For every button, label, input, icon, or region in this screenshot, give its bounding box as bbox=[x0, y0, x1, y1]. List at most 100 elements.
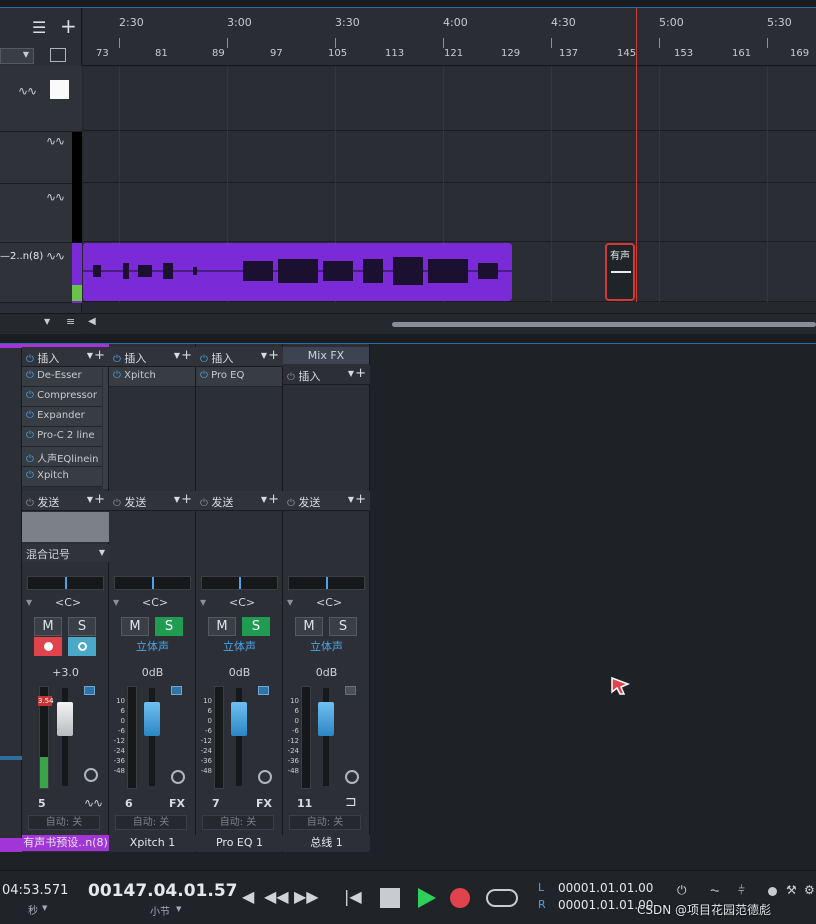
plugin-slot[interactable]: ⏻ Expander bbox=[22, 407, 102, 427]
solo-button[interactable]: S bbox=[242, 617, 270, 636]
power-icon[interactable]: ⏻ bbox=[26, 470, 34, 481]
mix-fx-header[interactable]: Mix FX bbox=[283, 347, 369, 364]
automation-mode[interactable]: 自动: 关 bbox=[115, 815, 187, 830]
plugin-slot[interactable]: ⏻ Xpitch bbox=[109, 367, 195, 387]
automation-icon[interactable] bbox=[258, 686, 269, 695]
power-icon[interactable]: ⏻ bbox=[26, 370, 34, 381]
chevron-down-icon[interactable]: ▼ bbox=[42, 904, 47, 912]
record-button[interactable] bbox=[450, 888, 470, 908]
power-icon[interactable]: ⏻ bbox=[287, 372, 295, 383]
chevron-down-icon[interactable]: ▼ bbox=[113, 598, 119, 607]
automation-icon[interactable] bbox=[171, 686, 182, 695]
settings-icon[interactable]: ⚙ bbox=[804, 883, 815, 897]
horizontal-scrollbar[interactable] bbox=[392, 322, 816, 327]
previous-marker-icon[interactable]: ◀ bbox=[242, 887, 254, 906]
plugin-slot[interactable]: ⏻ Pro-C 2 line bbox=[22, 427, 102, 447]
power-icon[interactable]: ⏻ bbox=[113, 354, 121, 365]
play-button[interactable] bbox=[416, 886, 438, 910]
power-icon[interactable]: ⏻ bbox=[26, 498, 34, 509]
solo-button[interactable]: S bbox=[329, 617, 357, 636]
pan-knob[interactable] bbox=[114, 576, 191, 590]
output-icon[interactable] bbox=[345, 770, 359, 784]
power-icon[interactable]: ⏻ bbox=[26, 354, 34, 365]
mute-button[interactable]: M bbox=[295, 617, 323, 636]
wrench-icon[interactable]: ⚒ bbox=[786, 883, 797, 897]
track-lane-3[interactable] bbox=[83, 183, 816, 242]
stereo-mode[interactable]: 立体声 bbox=[196, 638, 283, 654]
mute-button[interactable]: M bbox=[34, 617, 62, 636]
plugin-slot[interactable]: ⏻ De-Esser bbox=[22, 367, 102, 387]
audio-clip-small[interactable]: 有声 bbox=[605, 243, 635, 301]
power-icon[interactable]: ⏻ bbox=[113, 498, 121, 509]
send-header[interactable]: ⏻ 发送 ▼ + bbox=[109, 491, 196, 511]
stereo-mode[interactable]: 立体声 bbox=[283, 638, 370, 654]
wave-icon[interactable]: ⏦ bbox=[710, 883, 720, 898]
solo-button[interactable]: S bbox=[155, 617, 183, 636]
track-lane-2[interactable] bbox=[83, 131, 816, 183]
chevron-down-icon[interactable]: ▼ bbox=[44, 317, 50, 326]
chevron-down-icon[interactable]: ▼ bbox=[287, 598, 293, 607]
output-icon[interactable] bbox=[84, 768, 98, 782]
pan-knob[interactable] bbox=[201, 576, 278, 590]
power-icon[interactable]: ⏻ bbox=[677, 883, 687, 898]
playhead[interactable] bbox=[636, 8, 637, 302]
loop-left-position[interactable]: 00001.01.01.00 bbox=[558, 881, 653, 895]
chevron-down-icon[interactable]: ▼ bbox=[174, 495, 180, 504]
power-icon[interactable]: ⏻ bbox=[26, 410, 34, 421]
chevron-down-icon[interactable]: ▼ bbox=[26, 598, 32, 607]
bars-position[interactable]: 00147.04.01.57 bbox=[88, 881, 238, 901]
chevron-down-icon[interactable]: ▼ bbox=[261, 351, 267, 360]
volume-fader[interactable] bbox=[231, 702, 247, 736]
dot-icon[interactable] bbox=[768, 887, 777, 896]
automation-icon[interactable] bbox=[345, 686, 356, 695]
loop-button[interactable] bbox=[486, 889, 518, 907]
automation-mode[interactable]: 自动: 关 bbox=[28, 815, 100, 830]
chevron-down-icon[interactable]: ▼ bbox=[348, 369, 354, 378]
chevron-down-icon[interactable]: ▼ bbox=[348, 495, 354, 504]
volume-fader[interactable] bbox=[144, 702, 160, 736]
track-header-2[interactable]: ∿∿ bbox=[0, 132, 82, 184]
channel-name[interactable]: 总线 1 bbox=[283, 835, 370, 851]
power-icon[interactable]: ⏻ bbox=[200, 354, 208, 365]
add-insert-icon[interactable]: + bbox=[94, 348, 105, 363]
send-slot[interactable] bbox=[22, 512, 109, 542]
automation-mode[interactable]: 自动: 关 bbox=[202, 815, 274, 830]
output-icon[interactable] bbox=[258, 770, 272, 784]
send-header[interactable]: ⏻ 发送 ▼ + bbox=[22, 491, 109, 511]
mixer-divider[interactable] bbox=[0, 334, 816, 344]
add-send-icon[interactable]: + bbox=[94, 492, 105, 507]
chart-icon[interactable] bbox=[50, 48, 66, 62]
power-icon[interactable]: ⏻ bbox=[113, 370, 121, 381]
track-header-1[interactable]: ∿∿ bbox=[0, 66, 82, 132]
output-icon[interactable] bbox=[171, 770, 185, 784]
add-track-icon[interactable]: + bbox=[60, 14, 77, 38]
volume-fader[interactable] bbox=[318, 702, 334, 736]
automation-icon[interactable] bbox=[84, 686, 95, 695]
add-send-icon[interactable]: + bbox=[268, 492, 279, 507]
add-insert-icon[interactable]: + bbox=[181, 348, 192, 363]
track-filter-dropdown[interactable]: ▼ bbox=[0, 48, 34, 64]
power-icon[interactable]: ⏻ bbox=[287, 498, 295, 509]
chevron-down-icon[interactable]: ▼ bbox=[261, 495, 267, 504]
chevron-down-icon[interactable]: ▼ bbox=[176, 905, 181, 913]
list-icon[interactable]: ☰ bbox=[32, 18, 46, 37]
chevron-down-icon[interactable]: ▼ bbox=[87, 351, 93, 360]
menu-icon[interactable]: ≡ bbox=[66, 315, 75, 328]
record-arm-button[interactable] bbox=[34, 637, 62, 656]
track-color-swatch[interactable] bbox=[50, 80, 69, 99]
insert-header[interactable]: ⏻ 插入 ▼ + bbox=[283, 365, 370, 385]
fast-forward-icon[interactable]: ▶▶ bbox=[294, 887, 319, 906]
track-header-4[interactable]: —2..n(8) ∿∿ bbox=[0, 243, 82, 303]
time-seconds[interactable]: 04:53.571 bbox=[2, 883, 68, 898]
mix-marker-dropdown[interactable]: 混合记号 ▼ bbox=[22, 544, 109, 562]
mute-button[interactable]: M bbox=[208, 617, 236, 636]
timeline-ruler[interactable]: 2:30 3:00 3:30 4:00 4:30 5:00 5:30 73 81… bbox=[83, 8, 816, 66]
plugin-slot[interactable]: ⏻ 人声EQlinein bbox=[22, 447, 102, 467]
stereo-mode[interactable]: 立体声 bbox=[109, 638, 196, 654]
send-header[interactable]: ⏻ 发送 ▼ + bbox=[283, 491, 370, 511]
plugin-slot[interactable]: ⏻ Xpitch bbox=[22, 467, 102, 487]
insert-header[interactable]: ⏻ 插入 ▼ + bbox=[109, 347, 196, 367]
insert-header[interactable]: ⏻ 插入 ▼ + bbox=[22, 347, 109, 367]
volume-fader[interactable] bbox=[57, 702, 73, 736]
audio-clip[interactable] bbox=[83, 243, 512, 301]
